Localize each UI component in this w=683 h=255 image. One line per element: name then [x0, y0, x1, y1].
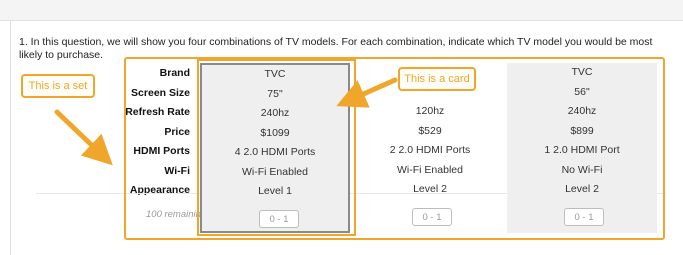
- top-bar: [0, 0, 683, 21]
- set-outline: [124, 57, 665, 240]
- card-callout-label: This is a card: [398, 67, 476, 91]
- left-frame-border: [10, 20, 11, 255]
- set-callout-label: This is a set: [21, 74, 95, 98]
